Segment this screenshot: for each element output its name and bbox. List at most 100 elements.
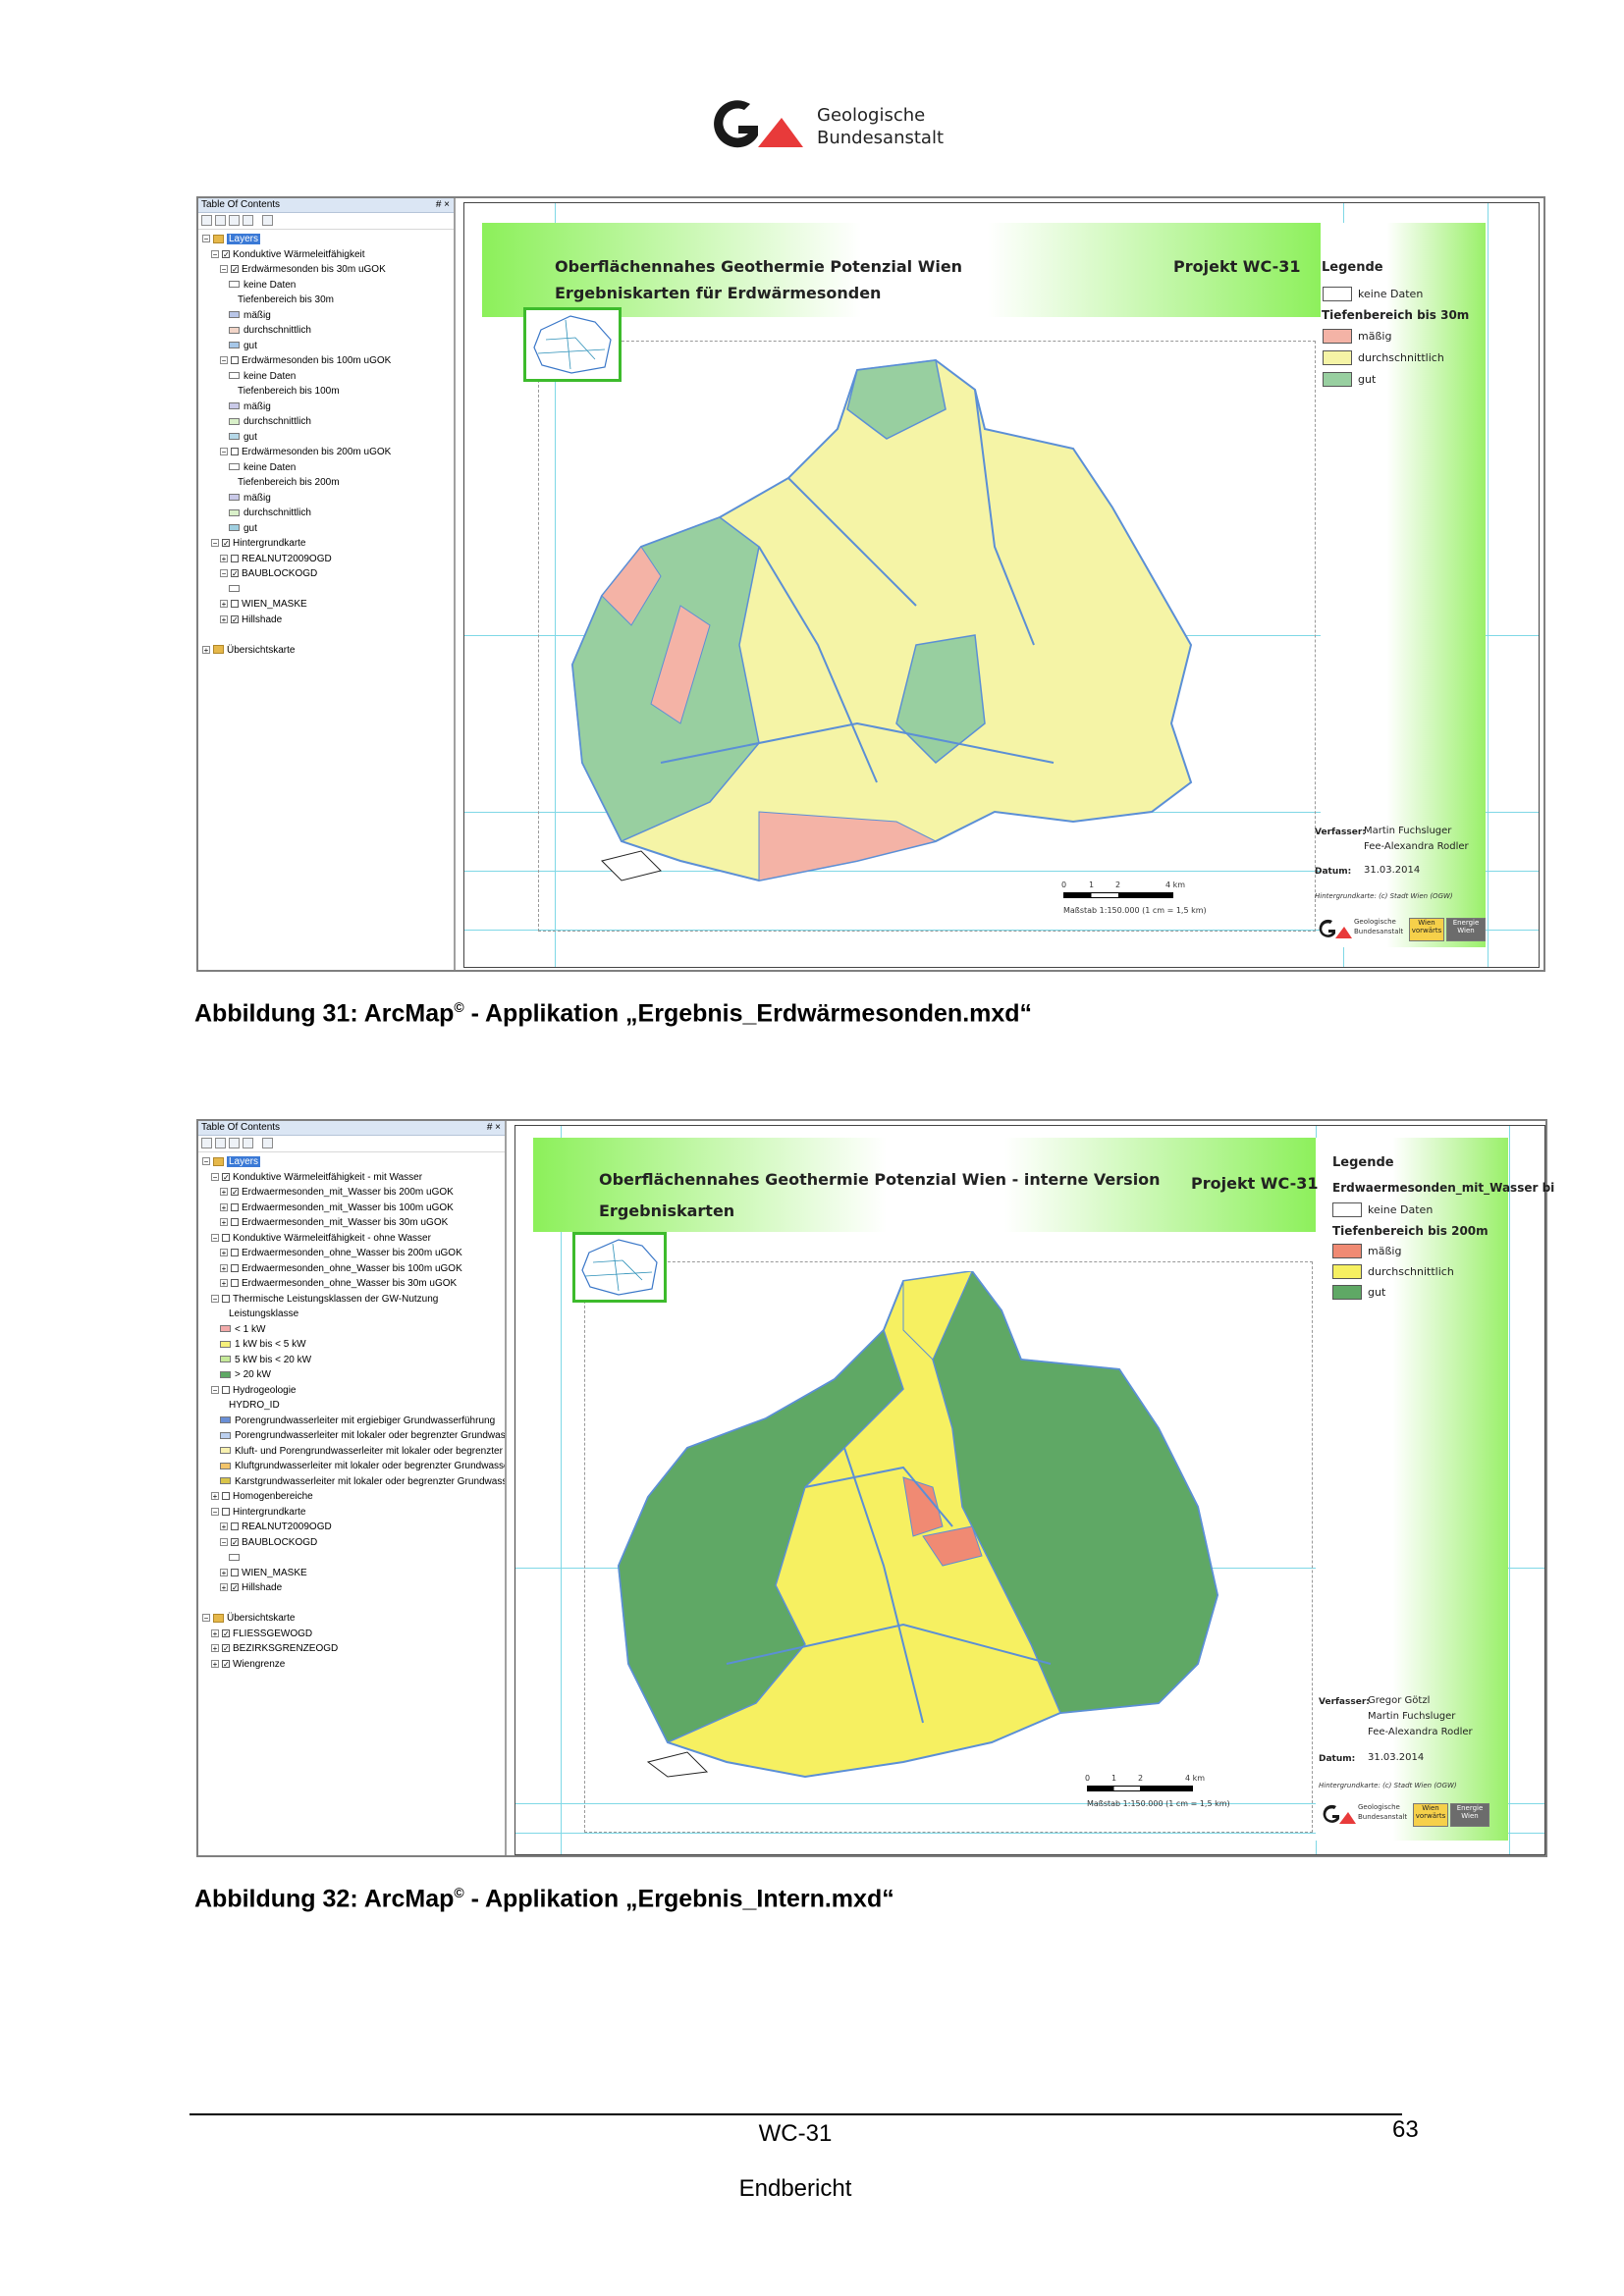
list-by-drawing-order-icon[interactable] (201, 215, 212, 226)
list-by-visibility-icon[interactable] (229, 1138, 240, 1148)
toc-row[interactable]: Kluftgrundwasserleiter mit lokaler oder … (198, 1459, 505, 1474)
layer-visibility-checkbox[interactable]: ✓ (231, 265, 239, 274)
expand-icon[interactable]: + (220, 1249, 228, 1257)
toc-row[interactable]: Tiefenbereich bis 200m (198, 475, 454, 491)
toc-row[interactable] (198, 1596, 505, 1612)
toc-row[interactable]: gut (198, 521, 454, 537)
layer-visibility-checkbox[interactable] (231, 1249, 239, 1257)
toc-row[interactable]: − ✓ Erdwärmesonden bis 30m uGOK (198, 262, 454, 278)
toc-row[interactable]: durchschnittlich (198, 506, 454, 521)
layer-visibility-checkbox[interactable] (231, 1202, 239, 1211)
toc-row[interactable]: + REALNUT2009OGD (198, 552, 454, 567)
expand-icon[interactable]: + (220, 1202, 228, 1211)
list-by-selection-icon[interactable] (243, 215, 253, 226)
expand-icon[interactable]: + (220, 1568, 228, 1576)
layer-visibility-checkbox[interactable] (231, 554, 239, 562)
toc-row[interactable]: + Homogenbereiche (198, 1489, 505, 1505)
toc-row[interactable]: gut (198, 339, 454, 354)
layer-visibility-checkbox[interactable] (231, 1522, 239, 1531)
toc-pin-close-icon[interactable]: # × (436, 198, 450, 212)
toc-row[interactable]: keine Daten (198, 460, 454, 476)
toc-row[interactable]: mäßig (198, 308, 454, 324)
layer-visibility-checkbox[interactable] (231, 600, 239, 609)
toc-row[interactable]: − ✓ Konduktive Wärmeleitfähigkeit - mit Wa… (198, 1170, 505, 1186)
expand-icon[interactable]: + (220, 1188, 228, 1197)
layer-visibility-checkbox[interactable]: ✓ (231, 1583, 239, 1592)
toc-row[interactable]: 5 kW bis < 20 kW (198, 1353, 505, 1368)
toc-row[interactable]: durchschnittlich (198, 414, 454, 430)
toc-row[interactable]: gut (198, 430, 454, 446)
toc-row[interactable]: − Übersichtskarte (198, 1611, 505, 1627)
list-by-source-icon[interactable] (215, 215, 226, 226)
toc-row[interactable]: mäßig (198, 491, 454, 507)
toc-row[interactable]: HYDRO_ID (198, 1398, 505, 1414)
toc-row[interactable]: < 1 kW (198, 1322, 505, 1338)
collapse-icon[interactable]: − (220, 356, 228, 365)
layer-visibility-checkbox[interactable] (222, 1294, 230, 1303)
layer-visibility-checkbox[interactable]: ✓ (222, 539, 230, 548)
options-icon[interactable] (262, 1138, 273, 1148)
expand-icon[interactable]: + (220, 1522, 228, 1531)
expand-icon[interactable]: + (220, 1583, 228, 1592)
toc-row[interactable]: 1 kW bis < 5 kW (198, 1337, 505, 1353)
layer-visibility-checkbox[interactable] (231, 448, 239, 456)
toc-row[interactable]: Karstgrundwasserleiter mit lokaler oder … (198, 1474, 505, 1490)
toc-row[interactable]: − ✓ BAUBLOCKOGD (198, 566, 454, 582)
toc-row[interactable]: > 20 kW (198, 1367, 505, 1383)
toc-row[interactable]: keine Daten (198, 278, 454, 294)
toc-row[interactable]: Tiefenbereich bis 30m (198, 293, 454, 308)
toc-row[interactable]: + Erdwaermesonden_ohne_Wasser bis 30m uGO… (198, 1276, 505, 1292)
collapse-icon[interactable]: − (202, 235, 210, 243)
toc-row[interactable]: + Erdwaermesonden_mit_Wasser bis 100m uGO… (198, 1201, 505, 1216)
collapse-icon[interactable]: − (211, 539, 219, 548)
toc-row[interactable]: Porengrundwasserleiter mit lokaler oder … (198, 1428, 505, 1444)
layer-visibility-checkbox[interactable]: ✓ (222, 1644, 230, 1653)
layer-visibility-checkbox[interactable]: ✓ (222, 249, 230, 258)
expand-icon[interactable]: + (202, 645, 210, 654)
toc-row[interactable]: mäßig (198, 400, 454, 415)
layer-visibility-checkbox[interactable]: ✓ (231, 614, 239, 623)
collapse-icon[interactable]: − (211, 1172, 219, 1181)
expand-icon[interactable]: + (211, 1492, 219, 1501)
layer-visibility-checkbox[interactable]: ✓ (231, 569, 239, 578)
expand-icon[interactable]: + (220, 554, 228, 562)
collapse-icon[interactable]: − (211, 1385, 219, 1394)
toc-row[interactable]: − Hydrogeologie (198, 1383, 505, 1399)
toc-row[interactable] (198, 582, 454, 598)
expand-icon[interactable]: + (220, 600, 228, 609)
layer-visibility-checkbox[interactable] (222, 1385, 230, 1394)
toc-row[interactable] (198, 1550, 505, 1566)
list-by-selection-icon[interactable] (243, 1138, 253, 1148)
toc-row[interactable]: − Konduktive Wärmeleitfähigkeit - ohne Wa… (198, 1231, 505, 1247)
collapse-icon[interactable]: − (202, 1614, 210, 1623)
toc-row[interactable] (198, 627, 454, 643)
collapse-icon[interactable]: − (211, 1294, 219, 1303)
layer-visibility-checkbox[interactable] (231, 1218, 239, 1227)
toc-row[interactable]: + Übersichtskarte (198, 643, 454, 659)
layer-visibility-checkbox[interactable]: ✓ (222, 1172, 230, 1181)
toc-row[interactable]: − ✓ BAUBLOCKOGD (198, 1535, 505, 1551)
expand-icon[interactable]: + (220, 1263, 228, 1272)
toc-row[interactable]: − ✓ Konduktive Wärmeleitfähigkeit (198, 247, 454, 263)
toc-row[interactable]: + ✓ Hillshade (198, 613, 454, 628)
layer-visibility-checkbox[interactable]: ✓ (222, 1659, 230, 1668)
layer-visibility-checkbox[interactable] (231, 1279, 239, 1288)
layer-visibility-checkbox[interactable] (222, 1233, 230, 1242)
list-by-drawing-order-icon[interactable] (201, 1138, 212, 1148)
layer-visibility-checkbox[interactable]: ✓ (231, 1537, 239, 1546)
collapse-icon[interactable]: − (202, 1157, 210, 1166)
toc-row[interactable]: + ✓ BEZIRKSGRENZEOGD (198, 1641, 505, 1657)
list-by-visibility-icon[interactable] (229, 215, 240, 226)
collapse-icon[interactable]: − (211, 1507, 219, 1516)
layer-visibility-checkbox[interactable] (222, 1492, 230, 1501)
collapse-icon[interactable]: − (220, 569, 228, 578)
list-by-source-icon[interactable] (215, 1138, 226, 1148)
toc-row[interactable]: + ✓ FLIESSGEWOGD (198, 1627, 505, 1642)
expand-icon[interactable]: + (211, 1629, 219, 1637)
toc-row[interactable]: − Thermische Leistungsklassen der GW-Nutz… (198, 1292, 505, 1308)
toc-row[interactable]: − Hintergrundkarte (198, 1505, 505, 1521)
toc-row[interactable]: + WIEN_MASKE (198, 597, 454, 613)
toc-row[interactable]: + Erdwaermesonden_mit_Wasser bis 30m uGOK (198, 1215, 505, 1231)
toc-row[interactable]: + REALNUT2009OGD (198, 1520, 505, 1535)
expand-icon[interactable]: + (211, 1659, 219, 1668)
